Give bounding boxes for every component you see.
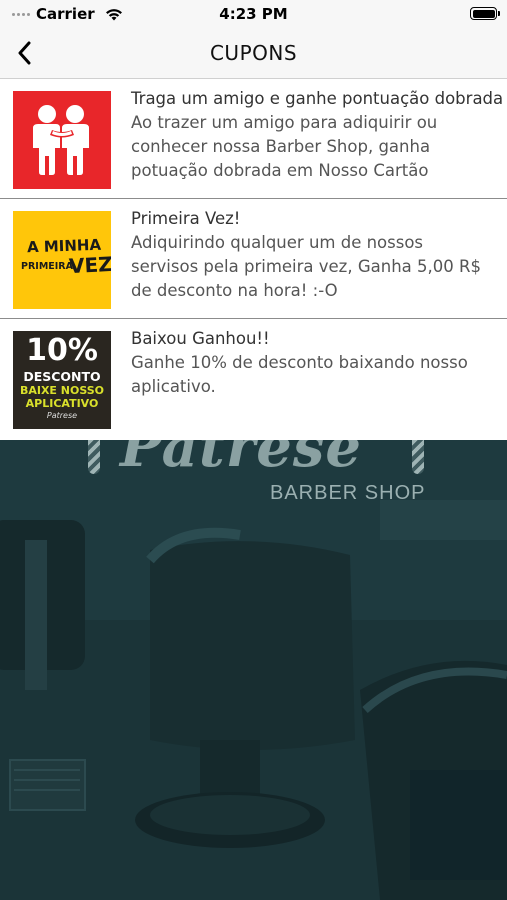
coupon-image-baixou-ganhou: 10% DESCONTO BAIXE NOSSO APLICATIVO Patr…: [13, 331, 111, 429]
image-text: BAIXE NOSSO: [19, 384, 105, 397]
image-text: VEZ: [68, 251, 111, 279]
coupon-description-line: Ganhe 10% de desconto baixando nosso: [131, 353, 468, 372]
barber-chairs-illustration: [0, 440, 507, 900]
coupon-row-amigo[interactable]: Traga um amigo e ganhe pontuação dobrada…: [0, 79, 507, 199]
coupon-title: Baixou Ganhou!!: [131, 329, 270, 348]
brand-subtitle: BARBER SHOP: [270, 482, 426, 504]
image-text: Patrese: [46, 411, 78, 420]
image-text: PRIMEIRA: [21, 261, 73, 272]
friends-icon: [33, 105, 89, 175]
barber-pole-icon: [412, 440, 424, 474]
coupon-row-baixou-ganhou[interactable]: 10% DESCONTO BAIXE NOSSO APLICATIVO Patr…: [0, 319, 507, 439]
coupon-description-line: servisos pela primeira vez, Ganha 5,00 R…: [131, 257, 481, 276]
coupon-text-primeira-vez: Primeira Vez! Adiquirindo qualquer um de…: [131, 207, 507, 303]
status-bar: Carrier 4:23 PM: [0, 0, 507, 28]
coupon-image-amigo: [13, 91, 111, 189]
brand-logo: Patrese: [120, 440, 363, 480]
coupon-description-line: aplicativo.: [131, 377, 216, 396]
page-title: CUPONS: [209, 41, 298, 65]
battery-icon: [470, 7, 500, 20]
coupon-row-primeira-vez[interactable]: A MINHA PRIMEIRA VEZ Primeira Vez! Adiqu…: [0, 199, 507, 319]
coupon-title: Primeira Vez!: [131, 209, 241, 228]
coupon-description-line: potuação dobrada em Nosso Cartão: [131, 161, 429, 180]
background-image: Patrese BARBER SHOP: [0, 440, 507, 900]
coupon-text-amigo: Traga um amigo e ganhe pontuação dobrada…: [131, 87, 507, 183]
coupon-title: Traga um amigo e ganhe pontuação dobrada: [131, 89, 504, 108]
coupon-description-line: de desconto na hora! :-O: [131, 281, 338, 300]
navigation-bar: CUPONS: [0, 28, 507, 79]
coupon-image-primeira-vez: A MINHA PRIMEIRA VEZ: [13, 211, 111, 309]
status-time: 4:23 PM: [219, 5, 288, 23]
chevron-left-icon: [18, 41, 31, 65]
coupon-description-line: Adiquirindo qualquer um de nossos: [131, 233, 424, 252]
image-text: DESCONTO: [23, 369, 101, 384]
back-button[interactable]: [8, 36, 40, 70]
coupon-description-line: Ao trazer um amigo para adiquirir ou: [131, 113, 438, 132]
coupon-text-baixou-ganhou: Baixou Ganhou!! Ganhe 10% de desconto ba…: [131, 327, 507, 399]
image-text: APLICATIVO: [25, 397, 99, 410]
coupon-list: Traga um amigo e ganhe pontuação dobrada…: [0, 79, 507, 440]
image-text: 10%: [26, 333, 98, 368]
barber-pole-icon: [88, 440, 100, 474]
coupon-description-line: conhecer nossa Barber Shop, ganha: [131, 137, 431, 156]
